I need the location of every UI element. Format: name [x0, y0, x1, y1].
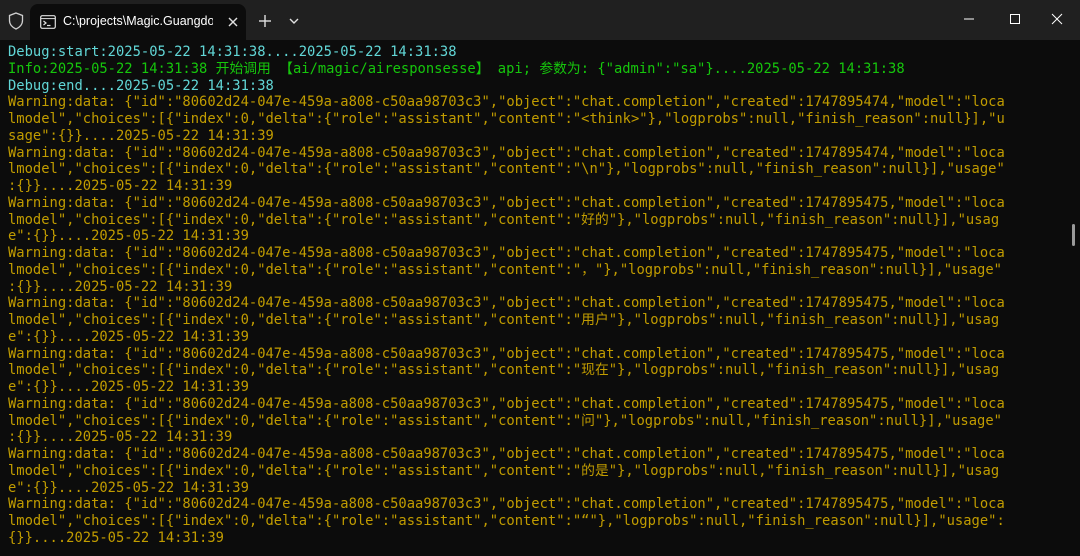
terminal-line-warning: Warning:data: {"id":"80602d24-047e-459a-…: [8, 94, 1005, 111]
terminal-line-warning: :{}}....2025-05-22 14:31:39: [8, 278, 233, 295]
terminal-line-warning: Warning:data: {"id":"80602d24-047e-459a-…: [8, 496, 1005, 513]
terminal-line-debug: Debug:end....2025-05-22 14:31:38: [8, 77, 274, 94]
terminal-line-warning: e":{}}....2025-05-22 14:31:39: [8, 379, 249, 395]
terminal-line-warning: lmodel","choices":[{"index":0,"delta":{"…: [8, 312, 1000, 328]
chevron-down-icon[interactable]: [286, 14, 302, 28]
minimize-button[interactable]: [946, 4, 992, 34]
terminal-line-info: Info:2025-05-22 14:31:38 开始调用 【ai/magic/…: [8, 60, 905, 77]
tab-title: C:\projects\Magic.Guangdong: [63, 14, 213, 28]
terminal-line-warning: Warning:data: {"id":"80602d24-047e-459a-…: [8, 245, 1005, 261]
terminal-line-warning: Warning:data: {"id":"80602d24-047e-459a-…: [8, 345, 1005, 362]
shield-icon[interactable]: [8, 12, 24, 30]
terminal-output[interactable]: Debug:start:2025-05-22 14:31:38....2025-…: [8, 44, 1066, 550]
maximize-button[interactable]: [992, 4, 1038, 34]
tab-active[interactable]: C:\projects\Magic.Guangdong: [30, 4, 246, 40]
terminal-icon: [40, 15, 56, 29]
scrollbar[interactable]: [1070, 44, 1078, 550]
terminal-line-warning: sage":{}}....2025-05-22 14:31:39: [8, 127, 274, 144]
title-bar: C:\projects\Magic.Guangdong: [0, 0, 1080, 40]
terminal-line-warning: lmodel","choices":[{"index":0,"delta":{"…: [8, 412, 1002, 429]
close-icon: [1051, 13, 1063, 25]
scrollbar-thumb[interactable]: [1072, 224, 1075, 246]
terminal-line-warning: Warning:data: {"id":"80602d24-047e-459a-…: [8, 446, 1005, 462]
terminal-window: C:\projects\Magic.Guangdong Debug:start:…: [0, 0, 1080, 556]
terminal-line-warning: e":{}}....2025-05-22 14:31:39: [8, 328, 249, 345]
maximize-icon: [1010, 14, 1020, 24]
terminal-line-warning: lmodel","choices":[{"index":0,"delta":{"…: [8, 261, 1002, 278]
terminal-line-warning: lmodel","choices":[{"index":0,"delta":{"…: [8, 161, 1005, 178]
terminal-line-warning: {}}....2025-05-22 14:31:39: [8, 529, 224, 546]
terminal-line-warning: e":{}}....2025-05-22 14:31:39: [8, 228, 249, 245]
close-window-button[interactable]: [1034, 4, 1080, 34]
terminal-line-warning: lmodel","choices":[{"index":0,"delta":{"…: [8, 462, 1000, 479]
terminal-line-warning: lmodel","choices":[{"index":0,"delta":{"…: [8, 211, 1000, 228]
terminal-line-debug: Debug:start:2025-05-22 14:31:38....2025-…: [8, 44, 457, 60]
minimize-icon: [964, 18, 974, 20]
terminal-line-warning: :{}}....2025-05-22 14:31:39: [8, 178, 233, 194]
terminal-line-warning: Warning:data: {"id":"80602d24-047e-459a-…: [8, 194, 1005, 211]
terminal-line-warning: e":{}}....2025-05-22 14:31:39: [8, 479, 249, 496]
terminal-line-warning: Warning:data: {"id":"80602d24-047e-459a-…: [8, 144, 1005, 161]
terminal-line-warning: lmodel","choices":[{"index":0,"delta":{"…: [8, 111, 1005, 127]
terminal-line-warning: lmodel","choices":[{"index":0,"delta":{"…: [8, 513, 1005, 529]
terminal-line-warning: Warning:data: {"id":"80602d24-047e-459a-…: [8, 295, 1005, 312]
close-icon[interactable]: [226, 15, 240, 29]
terminal-line-warning: Warning:data: {"id":"80602d24-047e-459a-…: [8, 395, 1005, 412]
terminal-line-warning: lmodel","choices":[{"index":0,"delta":{"…: [8, 362, 1000, 379]
plus-icon[interactable]: [256, 12, 274, 30]
terminal-line-warning: :{}}....2025-05-22 14:31:39: [8, 429, 233, 446]
